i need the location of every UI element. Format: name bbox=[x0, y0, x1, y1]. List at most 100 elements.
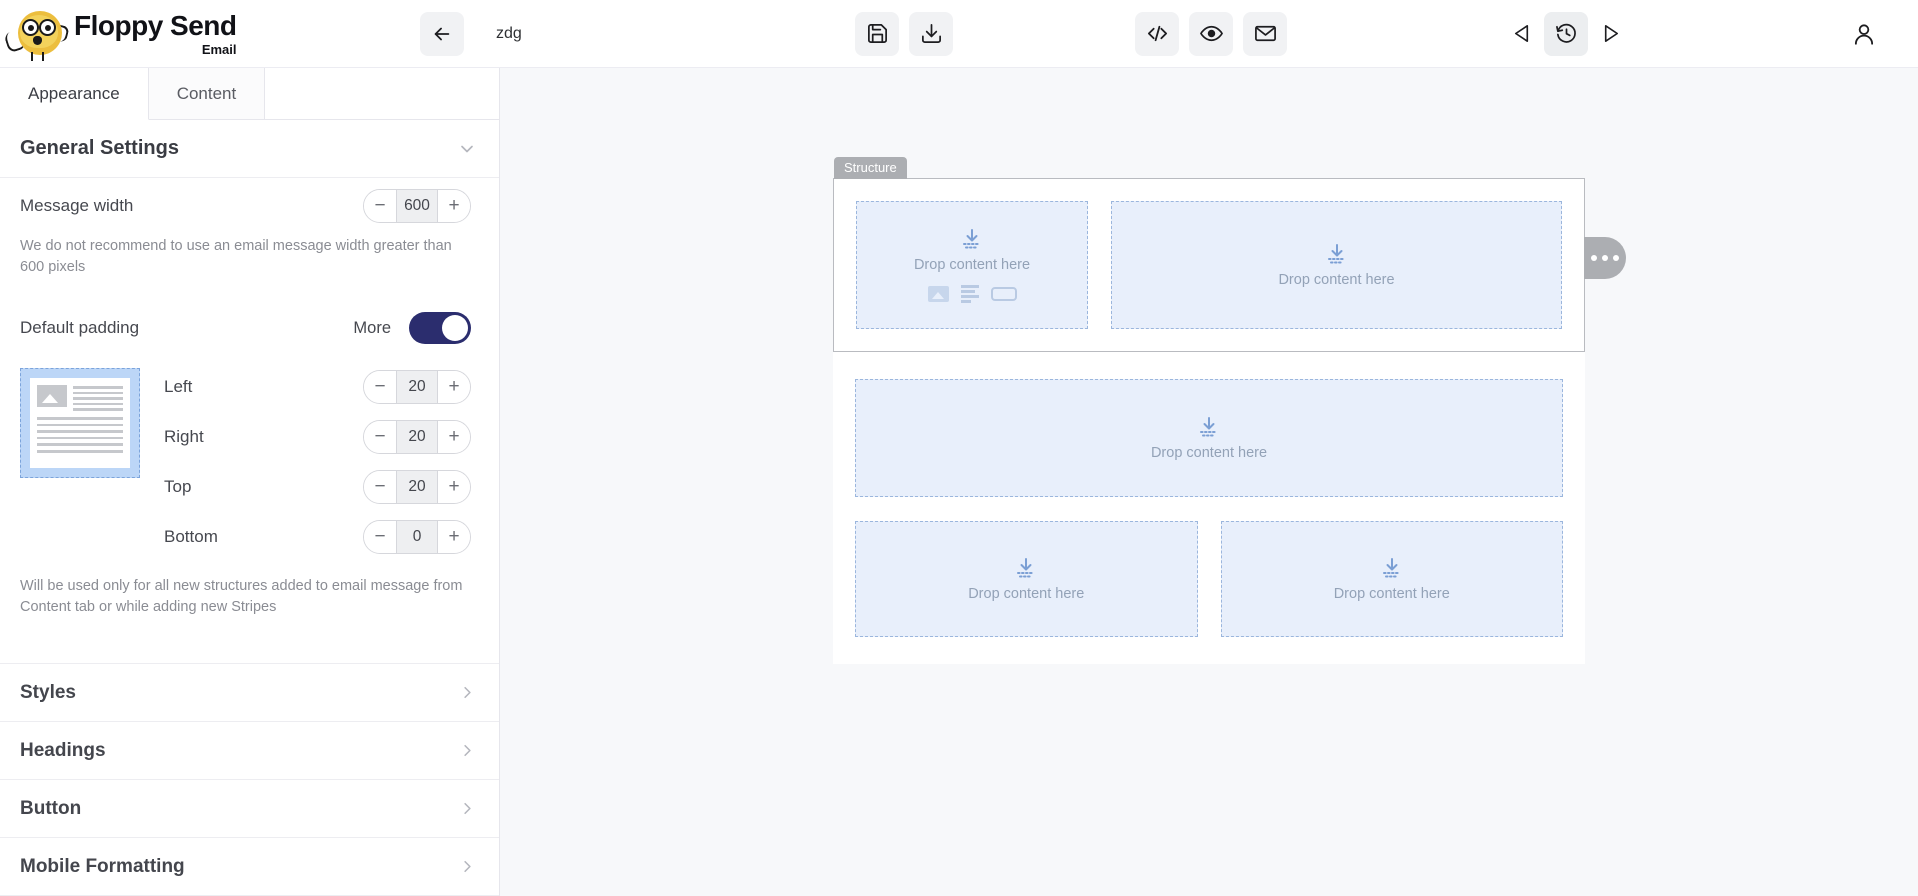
padding-left-plus-button[interactable]: + bbox=[438, 371, 470, 404]
chevron-right-icon bbox=[458, 799, 477, 818]
dropzone-1[interactable]: Drop content here bbox=[856, 201, 1088, 329]
stripe-row-3: Drop content here Drop content here bbox=[833, 497, 1585, 664]
document-title[interactable]: zdg bbox=[496, 25, 522, 43]
padding-bottom-stepper[interactable]: − 0 + bbox=[363, 520, 471, 555]
three-dots-menu-icon[interactable] bbox=[1584, 237, 1626, 279]
text-block-icon[interactable] bbox=[960, 285, 979, 303]
tab-content[interactable]: Content bbox=[148, 68, 266, 119]
sidebar-sections: Styles Headings Button Mobile Formatting bbox=[0, 664, 499, 896]
dropzone-3[interactable]: Drop content here bbox=[855, 379, 1563, 497]
clock-history-icon bbox=[1555, 23, 1576, 43]
brand-subtitle: Email bbox=[201, 41, 237, 57]
quick-add-group bbox=[927, 285, 1017, 303]
padding-top-row: Top − 20 + bbox=[140, 462, 471, 512]
sidebar-section-styles[interactable]: Styles bbox=[0, 664, 499, 722]
email-message: Structure Drop content here Drop content… bbox=[833, 157, 1626, 664]
chevron-down-icon bbox=[457, 139, 477, 159]
sidebar-tabs: Appearance Content bbox=[0, 68, 499, 120]
padding-top-label: Top bbox=[164, 477, 192, 497]
download-button[interactable] bbox=[909, 11, 953, 56]
padding-top-minus-button[interactable]: − bbox=[364, 471, 396, 504]
default-padding-hint: Will be used only for all new structures… bbox=[20, 578, 463, 616]
message-width-stepper[interactable]: − 600 + bbox=[363, 189, 471, 223]
padding-top-plus-button[interactable]: + bbox=[438, 471, 470, 504]
default-padding-toggle[interactable] bbox=[409, 312, 471, 345]
dropzone-5[interactable]: Drop content here bbox=[1220, 521, 1563, 637]
message-width-hint: We do not recommend to use an email mess… bbox=[20, 238, 452, 276]
stripe-row-2: Drop content here bbox=[833, 352, 1585, 497]
image-block-icon[interactable] bbox=[927, 286, 949, 302]
button-label: Button bbox=[20, 797, 82, 819]
undo-button[interactable] bbox=[1500, 12, 1544, 56]
padding-top-value[interactable]: 20 bbox=[396, 471, 438, 504]
back-button[interactable] bbox=[420, 11, 464, 56]
padding-right-row: Right − 20 + bbox=[140, 412, 471, 462]
message-width-plus-button[interactable]: + bbox=[438, 190, 470, 222]
save-button[interactable] bbox=[855, 11, 899, 56]
padding-left-value[interactable]: 20 bbox=[396, 371, 438, 404]
dropzone-1-text: Drop content here bbox=[913, 257, 1031, 274]
email-canvas[interactable]: Structure Drop content here Drop content… bbox=[500, 68, 1918, 896]
default-padding-more-label: More bbox=[353, 318, 391, 337]
email-body: Drop content here Drop content here Drop… bbox=[833, 352, 1585, 664]
padding-preview-thumbnail bbox=[20, 368, 140, 479]
drop-here-arrow-icon bbox=[1017, 558, 1033, 578]
settings-sidebar: Appearance Content General Settings Mess… bbox=[0, 68, 500, 896]
padding-right-minus-button[interactable]: − bbox=[364, 421, 396, 454]
sidebar-section-button[interactable]: Button bbox=[0, 780, 499, 838]
top-toolbar: Floppy Send Email zdg bbox=[0, 0, 1918, 68]
default-padding-row: Default padding More bbox=[0, 300, 499, 356]
padding-bottom-minus-button[interactable]: − bbox=[364, 521, 396, 554]
floppy-disk-save-icon bbox=[867, 24, 887, 43]
general-settings-scroll[interactable]: Message width − 600 + We do not recommen… bbox=[0, 178, 499, 664]
padding-left-minus-button[interactable]: − bbox=[364, 371, 396, 404]
chevron-right-icon bbox=[458, 741, 477, 760]
padding-bottom-value[interactable]: 0 bbox=[396, 521, 438, 554]
drop-here-arrow-icon bbox=[1382, 558, 1399, 578]
message-width-row: Message width − 600 + bbox=[0, 178, 499, 234]
redo-button[interactable] bbox=[1588, 12, 1632, 56]
chevron-right-icon bbox=[458, 683, 477, 702]
dropzone-2[interactable]: Drop content here bbox=[1111, 201, 1562, 329]
file-actions-group bbox=[855, 11, 953, 56]
owl-mascot-icon bbox=[3, 5, 70, 63]
padding-left-label: Left bbox=[164, 377, 193, 397]
button-block-icon[interactable] bbox=[990, 287, 1017, 301]
triangle-left-undo-icon bbox=[1514, 25, 1528, 42]
chevron-right-icon bbox=[458, 857, 477, 876]
dropzone-4[interactable]: Drop content here bbox=[855, 521, 1198, 637]
tab-appearance[interactable]: Appearance bbox=[0, 68, 149, 120]
general-settings-title: General Settings bbox=[20, 137, 179, 159]
history-button[interactable] bbox=[1544, 11, 1588, 56]
message-width-value[interactable]: 600 bbox=[396, 190, 438, 222]
eye-preview-icon bbox=[1199, 25, 1223, 42]
brand-name: Floppy Send bbox=[74, 9, 237, 41]
message-width-minus-button[interactable]: − bbox=[364, 190, 396, 222]
structure-label: Structure bbox=[834, 157, 907, 179]
preview-button[interactable] bbox=[1189, 11, 1233, 56]
account-button[interactable] bbox=[1842, 12, 1886, 56]
download-icon bbox=[921, 24, 941, 43]
padding-right-plus-button[interactable]: + bbox=[438, 421, 470, 454]
send-test-email-button[interactable] bbox=[1243, 11, 1287, 56]
padding-right-value[interactable]: 20 bbox=[396, 421, 438, 454]
app-logo[interactable]: Floppy Send Email bbox=[0, 5, 420, 63]
history-controls-group bbox=[1500, 11, 1632, 56]
dropzone-4-text: Drop content here bbox=[968, 586, 1085, 602]
structure-block[interactable]: Structure Drop content here Drop content… bbox=[833, 157, 1626, 352]
sidebar-section-mobile-formatting[interactable]: Mobile Formatting bbox=[0, 838, 499, 896]
padding-bottom-plus-button[interactable]: + bbox=[438, 521, 470, 554]
dropzone-2-text: Drop content here bbox=[1278, 272, 1395, 288]
headings-label: Headings bbox=[20, 739, 106, 761]
sidebar-section-headings[interactable]: Headings bbox=[0, 722, 499, 780]
drop-here-arrow-icon bbox=[1327, 244, 1344, 264]
general-settings-header[interactable]: General Settings bbox=[0, 120, 499, 178]
mobile-formatting-label: Mobile Formatting bbox=[20, 855, 185, 877]
padding-left-stepper[interactable]: − 20 + bbox=[363, 370, 471, 405]
view-code-button[interactable] bbox=[1135, 11, 1179, 56]
workspace: Appearance Content General Settings Mess… bbox=[0, 68, 1918, 896]
styles-label: Styles bbox=[20, 681, 76, 703]
padding-right-stepper[interactable]: − 20 + bbox=[363, 420, 471, 455]
padding-bottom-row: Bottom − 0 + bbox=[140, 512, 471, 562]
padding-top-stepper[interactable]: − 20 + bbox=[363, 470, 471, 505]
